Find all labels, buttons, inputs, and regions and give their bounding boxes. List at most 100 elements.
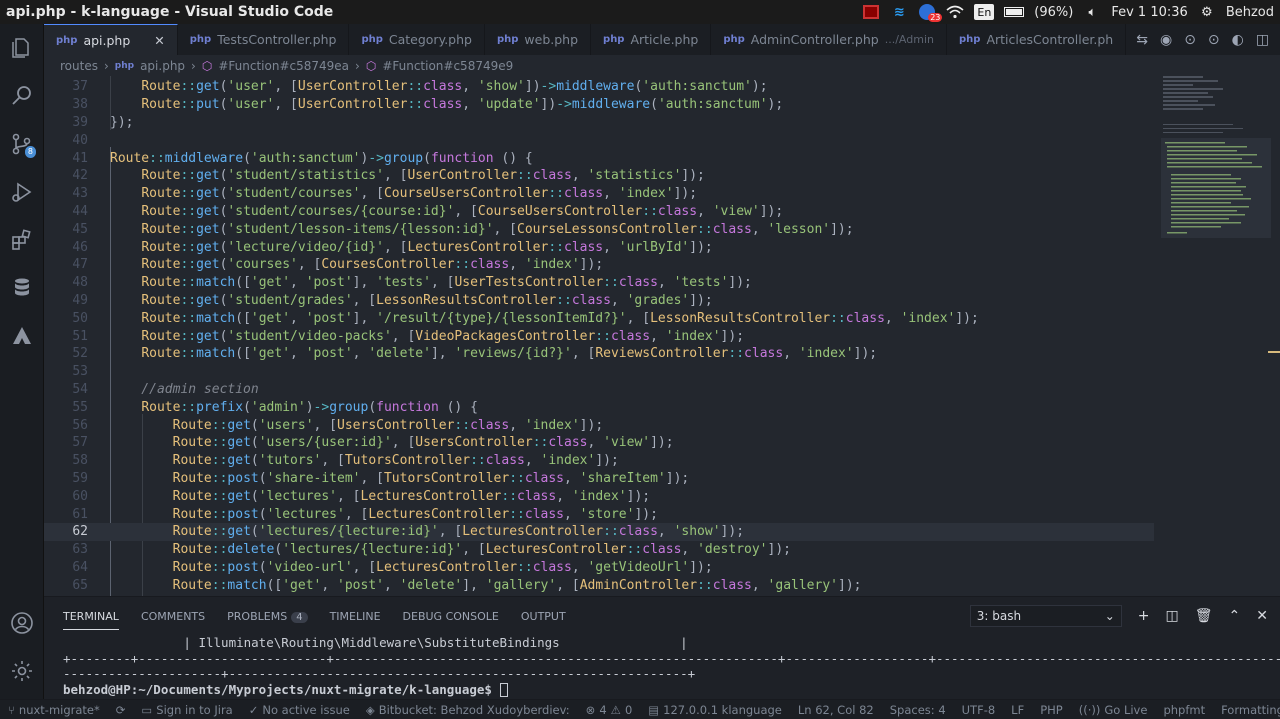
code-line[interactable]: 65 Route::match(['get', 'post', 'delete'… [44,576,1154,594]
settings-gear-icon[interactable]: ⚙ [1198,4,1216,20]
code-line[interactable]: 62 Route::get('lectures/{lecture:id}', [… [44,523,1154,541]
sync-icon[interactable]: ⟳ [108,703,134,717]
breadcrumb-file[interactable]: api.php [140,59,185,73]
app-indicator-icon[interactable]: ≋ [890,4,908,20]
tab-terminal[interactable]: TERMINAL [63,610,119,630]
source-control-icon[interactable]: 8 [0,120,44,168]
code-line[interactable]: 43 Route::get('student/courses', [Course… [44,185,1154,203]
tab-timeline[interactable]: TIMELINE [330,610,381,623]
code-line[interactable]: 57 Route::get('users/{user:id}', [UsersC… [44,434,1154,452]
line-number: 37 [72,79,88,95]
code-line[interactable]: 51 Route::get('student/video-packs', [Vi… [44,327,1154,345]
open-changes-icon[interactable]: ◉ [1160,32,1172,48]
new-terminal-icon[interactable]: + [1138,608,1150,624]
code-line[interactable]: 37 Route::get('user', [UserController::c… [44,78,1154,96]
code-line[interactable]: 54 //admin section [44,381,1154,399]
battery-icon[interactable] [1004,4,1025,20]
db-connection[interactable]: ▤ 127.0.0.1 klanguage [640,703,790,717]
code-line[interactable]: 59 Route::post('share-item', [TutorsCont… [44,470,1154,488]
editor-scrollbar[interactable] [1268,76,1280,596]
branch-status[interactable]: ⑂ nuxt-migrate* [0,703,108,717]
deploy-icon[interactable] [0,312,44,360]
compare-icon[interactable]: ⇆ [1136,32,1148,48]
code-line[interactable]: 56 Route::get('users', [UsersController:… [44,416,1154,434]
code-line[interactable]: 53 [44,363,1154,381]
tab-problems[interactable]: PROBLEMS 4 [227,610,308,623]
terminal-line: +--------+-------------------------+----… [63,650,1280,666]
code-line[interactable]: 48 Route::match(['get', 'post'], 'tests'… [44,274,1154,292]
explorer-icon[interactable] [0,24,44,72]
cursor-position[interactable]: Ln 62, Col 82 [790,703,882,717]
tab-comments[interactable]: COMMENTS [141,610,205,623]
close-tab-icon[interactable]: ✕ [154,33,164,48]
toggle-blame-icon[interactable]: ◐ [1232,32,1244,48]
minimap[interactable] [1161,76,1271,276]
volume-icon[interactable]: 🔈︎ [1083,4,1101,20]
tab-article[interactable]: php Article.php [591,24,712,55]
terminal-select[interactable]: 3: bash ⌄ [969,605,1122,627]
formatting-status[interactable]: Formatting: [1213,703,1280,717]
code-line[interactable]: 50 Route::match(['get', 'post'], '/resul… [44,309,1154,327]
split-terminal-icon[interactable]: ◫ [1166,608,1179,624]
manage-gear-icon[interactable] [0,647,44,695]
code-line[interactable]: 39}); [44,114,1154,132]
problems-status[interactable]: ⊗ 4 ⚠ 0 [578,703,641,717]
code-line[interactable]: 45 Route::get('student/lesson-items/{les… [44,220,1154,238]
tab-tests-controller[interactable]: php TestsController.php [178,24,350,55]
breadcrumb-folder[interactable]: routes [60,59,98,73]
kill-terminal-icon[interactable]: 🗑︎ [1195,608,1213,624]
tab-articles-controller[interactable]: php ArticlesController.ph [947,24,1127,55]
close-panel-icon[interactable]: ✕ [1256,608,1268,624]
code-line[interactable]: 52 Route::match(['get', 'post', 'delete'… [44,345,1154,363]
breadcrumb-symbol[interactable]: #Function#c58749e9 [382,59,513,73]
bitbucket-status[interactable]: ◈ Bitbucket: Behzod Xudoyberdiev: [358,703,578,717]
maximize-panel-icon[interactable]: ⌃ [1229,608,1241,624]
language-mode[interactable]: PHP [1032,703,1071,717]
code-line[interactable]: 64 Route::post('video-url', [LecturesCon… [44,559,1154,577]
code-line[interactable]: 60 Route::get('lectures', [LecturesContr… [44,487,1154,505]
wifi-icon[interactable] [946,4,964,20]
tab-web[interactable]: php web.php [485,24,592,55]
code-editor[interactable]: 37 Route::get('user', [UserController::c… [44,76,1280,596]
database-icon[interactable] [0,264,44,312]
code-line[interactable]: 40 [44,131,1154,149]
clock[interactable]: Fev 1 10:36 [1111,5,1187,20]
extensions-icon[interactable] [0,216,44,264]
code-line[interactable]: 61 Route::post('lectures', [LecturesCont… [44,505,1154,523]
previous-change-icon[interactable]: ⊙ [1184,32,1196,48]
php-file-icon: php [723,34,745,45]
code-line[interactable]: 58 Route::get('tutors', [TutorsControlle… [44,452,1154,470]
line-ending[interactable]: LF [1003,703,1032,717]
user-name[interactable]: Behzod [1226,5,1274,20]
tab-api-php[interactable]: php api.php ✕ [44,24,178,55]
keyboard-layout[interactable]: En [974,4,995,20]
tab-category[interactable]: php Category.php [349,24,485,55]
tab-output[interactable]: OUTPUT [521,610,566,623]
code-line[interactable]: 42 Route::get('student/statistics', [Use… [44,167,1154,185]
phpfmt-status[interactable]: phpfmt [1155,703,1213,717]
record-indicator-icon[interactable] [862,4,880,20]
search-icon[interactable] [0,72,44,120]
jira-issue[interactable]: ✓ No active issue [241,703,358,717]
accounts-icon[interactable] [0,599,44,647]
notification-icon[interactable]: 23 [918,4,943,22]
code-line[interactable]: 47 Route::get('courses', [CoursesControl… [44,256,1154,274]
code-line[interactable]: 55 Route::prefix('admin')->group(functio… [44,398,1154,416]
encoding[interactable]: UTF-8 [954,703,1004,717]
tab-admin-controller[interactable]: php AdminController.php .../Admin [711,24,947,55]
code-line[interactable]: 38 Route::put('user', [UserController::c… [44,96,1154,114]
code-line[interactable]: 46 Route::get('lecture/video/{id}', [Lec… [44,238,1154,256]
terminal-output[interactable]: | Illuminate\Routing\Middleware\Substitu… [44,635,1280,697]
split-editor-icon[interactable]: ◫ [1256,32,1269,48]
go-live[interactable]: ((·)) Go Live [1071,703,1156,717]
jira-signin[interactable]: ▭ Sign in to Jira [133,703,240,717]
code-line[interactable]: 41 Route::middleware('auth:sanctum')->gro… [44,149,1154,167]
code-line[interactable]: 49 Route::get('student/grades', [LessonR… [44,292,1154,310]
breadcrumb-symbol[interactable]: #Function#c58749ea [218,59,349,73]
next-change-icon[interactable]: ⊙ [1208,32,1220,48]
run-debug-icon[interactable] [0,168,44,216]
code-line[interactable]: 63 Route::delete('lectures/{lecture:id}'… [44,541,1154,559]
tab-debug-console[interactable]: DEBUG CONSOLE [403,610,499,623]
code-line[interactable]: 44 Route::get('student/courses/{course:i… [44,203,1154,221]
indentation[interactable]: Spaces: 4 [882,703,954,717]
